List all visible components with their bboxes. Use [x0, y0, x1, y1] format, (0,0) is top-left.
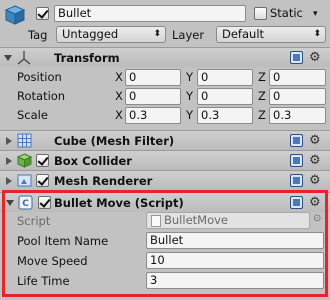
updown-arrows-icon: ⬍ — [153, 29, 161, 39]
axis-z-label: Z — [258, 108, 266, 122]
axis-y-label: Y — [186, 70, 194, 84]
layer-dropdown[interactable]: Default ⬍ — [216, 26, 326, 43]
foldout-collapsed-icon[interactable] — [6, 137, 12, 145]
help-book-icon[interactable] — [290, 154, 303, 167]
axis-x-label: X — [115, 70, 123, 84]
updown-arrows-icon: ⬍ — [313, 29, 321, 39]
highlight-box — [2, 190, 328, 297]
static-label: Static — [270, 6, 303, 20]
mesh-renderer-enabled-checkbox[interactable] — [36, 174, 49, 187]
help-book-icon[interactable] — [290, 134, 303, 147]
scale-x-field[interactable]: 0.3 — [125, 107, 181, 124]
rotation-x-field[interactable]: 0 — [125, 88, 181, 105]
mesh-filter-header[interactable]: Cube (Mesh Filter) ⚙ — [0, 130, 330, 150]
position-y-field[interactable]: 0 — [197, 69, 253, 86]
foldout-expanded-icon[interactable] — [4, 55, 12, 61]
transform-title: Transform — [54, 51, 120, 65]
box-collider-cube-icon — [16, 153, 33, 168]
object-name-field[interactable]: Bullet — [54, 5, 246, 22]
help-book-icon[interactable] — [290, 51, 303, 64]
transform-header[interactable]: Transform ⚙ — [0, 47, 330, 67]
gameobject-cube-icon — [4, 4, 26, 26]
box-collider-title: Box Collider — [54, 154, 132, 168]
gear-icon[interactable]: ⚙ — [309, 134, 321, 147]
position-label: Position — [17, 70, 62, 84]
axis-y-label: Y — [186, 108, 194, 122]
layer-dropdown-value: Default — [222, 27, 265, 41]
help-book-icon[interactable] — [290, 174, 303, 187]
gear-icon[interactable]: ⚙ — [309, 154, 321, 167]
mesh-renderer-header[interactable]: Mesh Renderer ⚙ — [0, 170, 330, 190]
static-checkbox[interactable] — [254, 7, 267, 20]
axis-z-label: Z — [258, 70, 266, 84]
axis-z-label: Z — [258, 89, 266, 103]
tag-label: Tag — [28, 28, 48, 42]
mesh-renderer-icon — [17, 173, 32, 188]
transform-axes-icon — [16, 50, 32, 66]
gear-icon[interactable]: ⚙ — [309, 51, 321, 64]
position-x-field[interactable]: 0 — [125, 69, 181, 86]
layer-label: Layer — [172, 28, 205, 42]
mesh-renderer-title: Mesh Renderer — [54, 174, 153, 188]
foldout-collapsed-icon[interactable] — [6, 157, 12, 165]
mesh-filter-grid-icon — [17, 133, 32, 148]
rotation-label: Rotation — [17, 89, 66, 103]
scale-y-field[interactable]: 0.3 — [197, 107, 253, 124]
axis-x-label: X — [115, 108, 123, 122]
scale-label: Scale — [17, 108, 48, 122]
tag-dropdown[interactable]: Untagged ⬍ — [56, 26, 166, 43]
axis-y-label: Y — [186, 89, 194, 103]
foldout-collapsed-icon[interactable] — [6, 177, 12, 185]
box-collider-header[interactable]: Box Collider ⚙ — [0, 150, 330, 170]
rotation-y-field[interactable]: 0 — [197, 88, 253, 105]
tag-dropdown-value: Untagged — [62, 27, 119, 41]
position-z-field[interactable]: 0 — [269, 69, 326, 86]
active-checkbox[interactable] — [36, 7, 49, 20]
axis-x-label: X — [115, 89, 123, 103]
gear-icon[interactable]: ⚙ — [309, 174, 321, 187]
scale-z-field[interactable]: 0.3 — [269, 107, 326, 124]
static-dropdown-icon[interactable]: ▾ — [313, 6, 327, 22]
rotation-z-field[interactable]: 0 — [269, 88, 326, 105]
mesh-filter-title: Cube (Mesh Filter) — [54, 134, 175, 148]
box-collider-enabled-checkbox[interactable] — [36, 154, 49, 167]
